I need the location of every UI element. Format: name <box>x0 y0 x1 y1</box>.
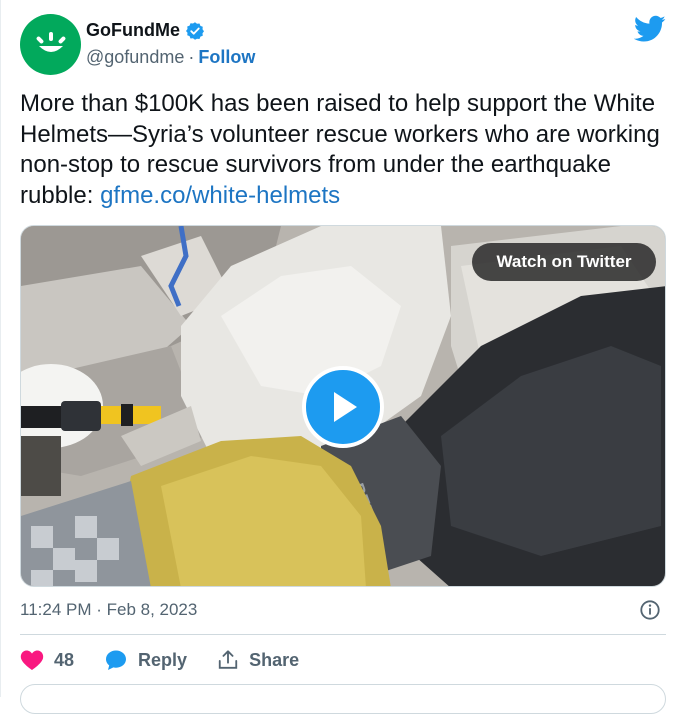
heart-icon <box>20 650 44 670</box>
reply-label: Reply <box>138 649 188 670</box>
video-media[interactable]: PETZL Watch on Twitter <box>20 225 666 587</box>
share-label: Share <box>249 649 300 670</box>
author-handle[interactable]: @gofundme <box>86 47 184 68</box>
like-count: 48 <box>54 649 75 670</box>
tweet-text: More than $100K has been raised to help … <box>20 89 670 211</box>
divider <box>20 634 666 635</box>
avatar[interactable] <box>20 14 81 75</box>
info-icon[interactable] <box>639 599 661 621</box>
read-replies-button[interactable] <box>20 684 666 714</box>
reply-bubble-icon <box>106 650 127 670</box>
play-button[interactable] <box>302 366 384 448</box>
author-handle-row: @gofundme · Follow <box>86 47 255 68</box>
separator-dot: · <box>188 47 195 67</box>
watch-on-twitter-button[interactable]: Watch on Twitter <box>472 243 656 281</box>
like-button[interactable]: 48 <box>20 649 74 671</box>
play-icon <box>334 392 357 422</box>
follow-button[interactable]: Follow <box>198 47 255 68</box>
share-button[interactable]: Share <box>217 649 299 671</box>
twitter-bird-icon[interactable] <box>634 15 666 43</box>
author-name-row: GoFundMe <box>86 20 205 41</box>
tweet-card: GoFundMe @gofundme · Follow More than $1… <box>0 0 685 714</box>
gofundme-logo-icon <box>36 31 65 52</box>
tweet-actions: 48 Reply Share <box>20 648 329 672</box>
share-upload-icon <box>218 650 238 669</box>
tweet-timestamp[interactable]: 11:24 PM · Feb 8, 2023 <box>20 600 197 620</box>
verified-badge-icon <box>185 21 204 40</box>
tweet-link[interactable]: gfme.co/white-helmets <box>100 182 340 209</box>
author-display-name[interactable]: GoFundMe <box>86 20 180 41</box>
reply-button[interactable]: Reply <box>104 648 187 672</box>
